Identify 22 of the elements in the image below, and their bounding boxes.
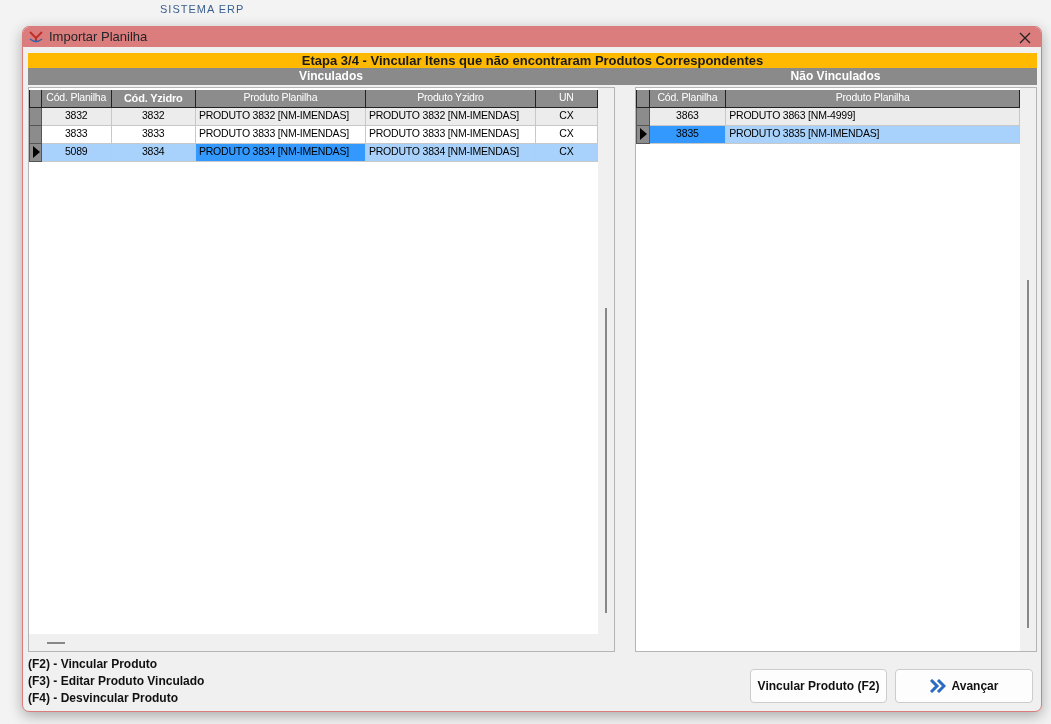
column-header[interactable]: Cód. Planilha	[41, 89, 112, 107]
column-header[interactable]: Cód. Planilha	[649, 89, 726, 107]
panel-heading: Vinculados	[299, 69, 363, 83]
vertical-scrollbar[interactable]	[1020, 88, 1036, 651]
double-chevron-icon	[929, 679, 946, 693]
horizontal-scrollbar[interactable]	[29, 634, 598, 651]
logo-caption: SISTEMA ERP	[160, 5, 245, 14]
window-title: Importar Planilha	[49, 28, 148, 47]
column-header[interactable]: Produto Planilha	[725, 89, 1020, 107]
shortcut-hint: (F2) - Vincular Produto	[28, 657, 158, 671]
shortcut-hint: (F3) - Editar Produto Vinculado	[28, 674, 205, 688]
vertical-scrollbar[interactable]	[597, 88, 614, 651]
shortcut-hint: (F4) - Desvincular Produto	[28, 691, 179, 705]
column-header[interactable]: Produto Planilha	[195, 89, 366, 107]
column-header[interactable]: UN	[535, 89, 598, 107]
advance-button[interactable]: Avançar	[895, 669, 1033, 703]
step-banner: Etapa 3/4 - Vincular Itens que não encontraram Produtos Correspondentes	[28, 53, 1037, 68]
column-header[interactable]: Produto Yzidro	[365, 89, 536, 107]
column-header[interactable]: Cód. Yzidro	[111, 89, 196, 107]
panel-heading: Não Vinculados	[790, 69, 881, 83]
link-product-button[interactable]: Vincular Produto (F2)	[750, 669, 887, 703]
app-logo-icon	[29, 31, 43, 43]
